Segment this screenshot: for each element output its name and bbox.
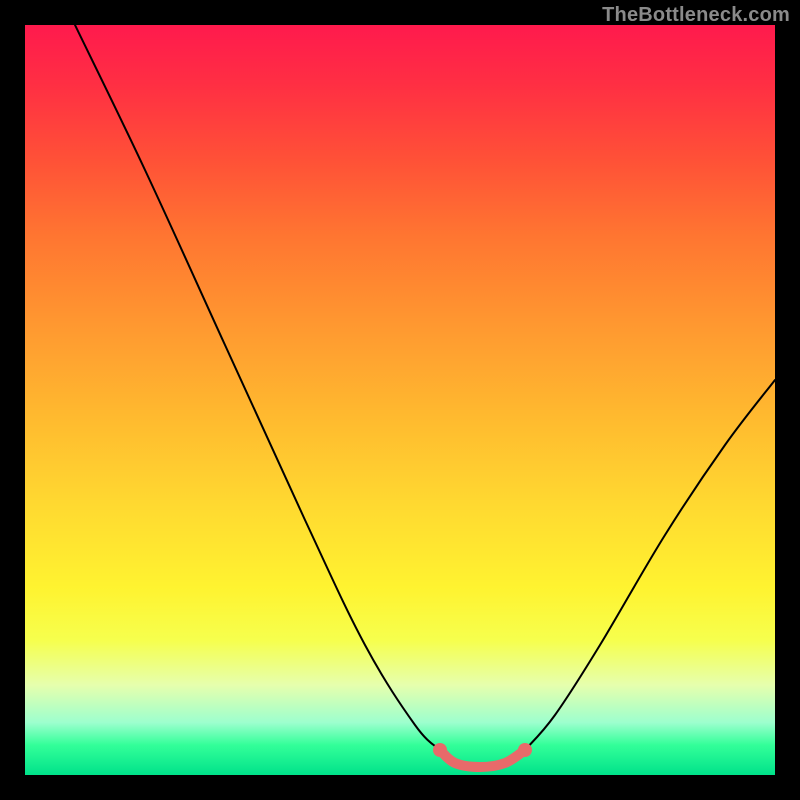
right-ascent-curve	[525, 380, 775, 750]
gradient-plot-area	[25, 25, 775, 775]
outer-frame: TheBottleneck.com	[0, 0, 800, 800]
trough-segment	[440, 750, 525, 767]
trough-endpoint-right	[518, 743, 532, 757]
trough-endpoint-left	[433, 743, 447, 757]
left-descent-curve	[75, 25, 440, 750]
watermark-text: TheBottleneck.com	[602, 4, 790, 27]
curve-layer	[25, 25, 775, 775]
